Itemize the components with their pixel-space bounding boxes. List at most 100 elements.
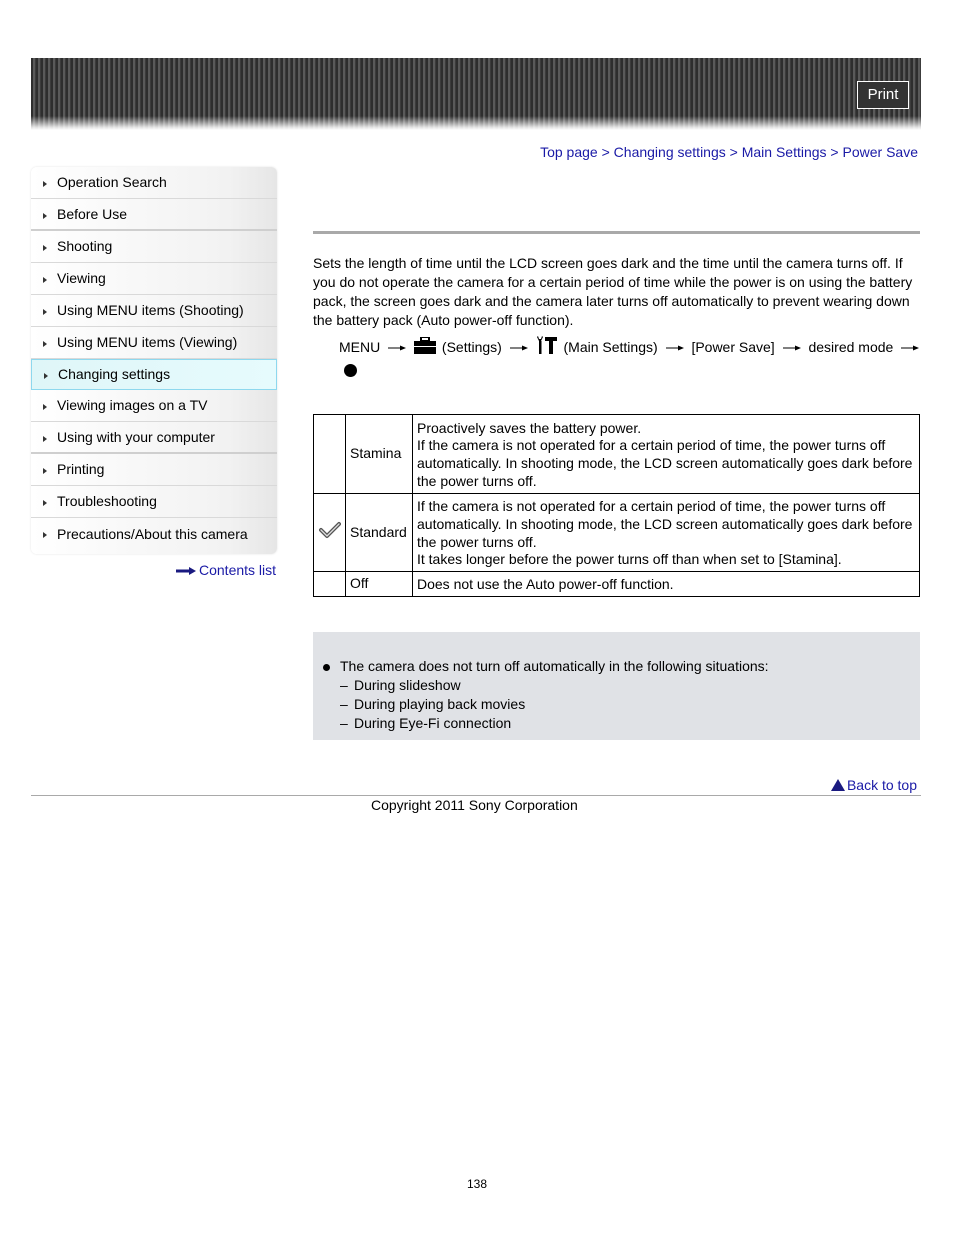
intro-paragraph: Sets the length of time until the LCD sc… <box>313 255 913 328</box>
back-to-top-label: Back to top <box>846 777 917 793</box>
desired-mode-label: desired mode <box>808 339 894 355</box>
sidebar-item-label: Precautions/About this camera <box>57 526 248 542</box>
title-divider <box>313 231 920 234</box>
sidebar-item-viewing[interactable]: Viewing <box>31 263 277 295</box>
option-icon-cell <box>313 414 346 494</box>
print-button[interactable]: Print <box>857 81 909 109</box>
option-description: Does not use the Auto power-off function… <box>412 571 920 597</box>
triangle-right-icon <box>43 309 47 315</box>
copyright: Copyright 2011 Sony Corporation <box>371 797 578 813</box>
breadcrumb-top-page[interactable]: Top page <box>540 144 598 160</box>
sidebar-item-label: Troubleshooting <box>57 493 157 509</box>
triangle-right-icon <box>43 341 47 347</box>
notes-box: The camera does not turn off automatical… <box>313 632 920 740</box>
sidebar-item-operation-search[interactable]: Operation Search <box>31 167 277 199</box>
sidebar-item-printing[interactable]: Printing <box>31 454 277 486</box>
triangle-right-icon <box>43 436 47 442</box>
table-row: Off Does not use the Auto power-off func… <box>313 571 920 597</box>
sidebar-item-label: Shooting <box>57 238 113 254</box>
power-save-label: [Power Save] <box>691 339 775 355</box>
table-row: Stamina Proactively saves the battery po… <box>313 414 920 494</box>
arrow-right-icon <box>665 345 684 351</box>
sidebar-item-label: Viewing <box>57 270 106 286</box>
sidebar-item-label: Operation Search <box>57 174 167 190</box>
dash-mark: – <box>340 696 348 712</box>
contents-list-label: Contents list <box>199 562 277 578</box>
triangle-right-icon <box>43 181 47 187</box>
option-description-line: It takes longer before the power turns o… <box>417 551 842 568</box>
breadcrumb-separator: > <box>725 144 742 160</box>
menu-path: MENU (Settings) (Main Settings) [Power S… <box>339 336 923 357</box>
sidebar-item-label: Viewing images on a TV <box>57 397 208 413</box>
option-name: Stamina <box>345 414 413 494</box>
dash-mark: – <box>340 677 348 693</box>
header-banner: Print <box>31 58 921 130</box>
option-description-line: If the camera is not operated for a cert… <box>417 498 913 550</box>
breadcrumb-power-save[interactable]: Power Save <box>843 144 918 160</box>
sidebar-item-viewing-tv[interactable]: Viewing images on a TV <box>31 390 277 422</box>
breadcrumb-main-settings[interactable]: Main Settings <box>742 144 827 160</box>
triangle-right-icon <box>43 277 47 283</box>
triangle-right-icon <box>43 532 47 538</box>
breadcrumb-separator: > <box>597 144 614 160</box>
arrow-right-icon <box>901 345 920 351</box>
option-description: Proactively saves the battery power. If … <box>412 414 920 494</box>
note-subitem: During playing back movies <box>354 696 526 712</box>
option-description-line: If the camera is not operated for a cert… <box>417 437 913 489</box>
arrow-right-icon <box>782 345 801 351</box>
contents-list-link[interactable]: Contents list <box>176 562 276 578</box>
bullet-icon <box>323 664 330 671</box>
note-subitem: During slideshow <box>354 677 461 693</box>
sidebar-item-menu-shooting[interactable]: Using MENU items (Shooting) <box>31 295 277 327</box>
note-subitem: During Eye-Fi connection <box>354 715 512 731</box>
sidebar-item-computer[interactable]: Using with your computer <box>31 422 277 454</box>
option-name: Standard <box>345 493 413 572</box>
option-icon-cell <box>313 493 346 572</box>
settings-label: (Settings) <box>441 339 502 355</box>
option-description-line: Proactively saves the battery power. <box>417 419 642 436</box>
arrow-right-icon <box>388 345 407 351</box>
menu-label: MENU <box>339 339 381 355</box>
toolbox-icon <box>414 337 437 354</box>
breadcrumb-separator: > <box>826 144 843 160</box>
arrow-right-icon <box>176 567 196 576</box>
triangle-right-icon <box>43 213 47 219</box>
option-description-line: Does not use the Auto power-off function… <box>417 576 674 593</box>
triangle-right-icon <box>43 468 47 474</box>
options-table: Stamina Proactively saves the battery po… <box>313 414 920 597</box>
sidebar-item-label: Before Use <box>57 206 128 222</box>
triangle-right-icon <box>43 404 47 410</box>
sidebar-item-troubleshooting[interactable]: Troubleshooting <box>31 486 277 518</box>
triangle-up-icon <box>830 779 845 791</box>
wrench-hammer-icon <box>536 336 557 354</box>
note-text: The camera does not turn off automatical… <box>340 658 769 674</box>
breadcrumb-changing-settings[interactable]: Changing settings <box>614 144 726 160</box>
sidebar-item-precautions[interactable]: Precautions/About this camera <box>31 518 277 554</box>
dash-mark: – <box>340 715 348 731</box>
sidebar-item-before-use[interactable]: Before Use <box>31 199 277 231</box>
check-icon <box>318 522 341 539</box>
sidebar-item-label: Using MENU items (Shooting) <box>57 302 244 318</box>
option-description: If the camera is not operated for a cert… <box>412 493 920 572</box>
sidebar-item-label: Printing <box>57 461 105 477</box>
main-settings-label: (Main Settings) <box>563 339 658 355</box>
sidebar-item-label: Using with your computer <box>57 429 215 445</box>
sidebar-item-changing-settings[interactable]: Changing settings <box>31 359 277 390</box>
table-row: Standard If the camera is not operated f… <box>313 493 920 572</box>
triangle-right-icon <box>43 245 47 251</box>
sidebar-item-label: Using MENU items (Viewing) <box>57 334 238 350</box>
center-button-dot-icon <box>344 364 357 377</box>
page-number: 138 <box>466 1177 488 1191</box>
arrow-right-icon <box>509 345 528 351</box>
sidebar-item-label: Changing settings <box>58 366 171 382</box>
triangle-right-icon <box>43 500 47 506</box>
triangle-right-icon <box>44 373 48 379</box>
option-name: Off <box>345 571 413 597</box>
breadcrumb: Top page > Changing settings > Main Sett… <box>540 144 918 160</box>
footer-divider <box>31 795 921 796</box>
sidebar-item-shooting[interactable]: Shooting <box>31 231 277 263</box>
sidebar-nav: Operation Search Before Use Shooting Vie… <box>31 167 277 554</box>
option-icon-cell <box>313 571 346 597</box>
back-to-top-link[interactable]: Back to top <box>830 777 917 793</box>
sidebar-item-menu-viewing[interactable]: Using MENU items (Viewing) <box>31 327 277 359</box>
